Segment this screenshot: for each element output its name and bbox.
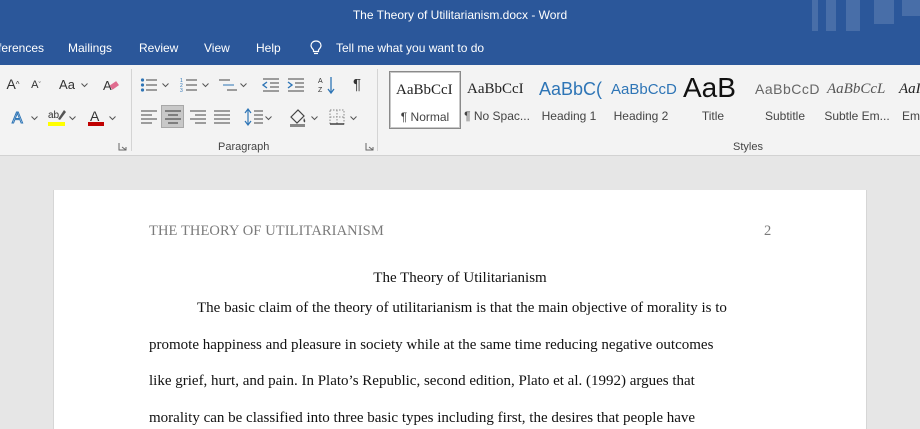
decoration	[874, 0, 894, 24]
show-formatting-marks-icon[interactable]: ¶	[348, 75, 366, 93]
paragraph-group-label: Paragraph	[218, 141, 270, 153]
tab-references[interactable]: ferences	[0, 41, 44, 55]
decoration	[846, 0, 860, 31]
window-title: The Theory of Utilitarianism.docx - Word	[352, 8, 568, 22]
style-preview: AaBbC(	[539, 79, 603, 99]
ribbon: A ^ Aˇ Aa A A ab A 1 2 3 A Z ¶ Paragraph…	[0, 65, 920, 156]
style-preview: AaBbCcD	[611, 81, 677, 98]
body-line[interactable]: The basic claim of the theory of utilita…	[197, 300, 727, 317]
align-right-icon[interactable]	[189, 109, 207, 125]
svg-text:A: A	[12, 110, 23, 127]
clear-formatting-icon[interactable]: A	[102, 76, 120, 94]
style-preview: AaBbCcI	[467, 81, 524, 97]
style-heading-2[interactable]: AaBbCcD Heading 2	[605, 71, 677, 129]
body-line[interactable]: like grief, hurt, and pain. In Plato’s R…	[149, 373, 695, 390]
align-center-button[interactable]	[161, 105, 184, 128]
sort-icon[interactable]: A Z	[318, 75, 336, 95]
style-preview: AaI	[899, 81, 920, 97]
style-name: Heading 1	[541, 109, 597, 123]
justify-icon[interactable]	[213, 109, 231, 125]
document-title[interactable]: The Theory of Utilitarianism	[54, 270, 866, 287]
style-name: ¶ No Spac...	[464, 109, 530, 123]
change-case-button[interactable]: Aa	[56, 75, 78, 93]
decoration	[902, 0, 920, 16]
style-subtle-emphasis[interactable]: AaBbCcL Subtle Em...	[821, 71, 893, 129]
align-left-icon[interactable]	[140, 109, 158, 125]
style-title[interactable]: AaB Title	[677, 71, 749, 129]
style-preview: AaBbCcI	[396, 82, 453, 98]
style-name: Subtitle	[764, 109, 806, 123]
highlighter-icon[interactable]: ab	[46, 107, 68, 127]
text-effects-icon[interactable]: A	[10, 107, 32, 128]
svg-text:Z: Z	[318, 87, 323, 94]
svg-text:ab: ab	[48, 110, 60, 121]
decrease-indent-icon[interactable]	[262, 77, 280, 93]
chevron-down-icon[interactable]	[162, 83, 169, 88]
chevron-down-icon[interactable]	[311, 116, 318, 121]
document-page[interactable]: THE THEORY OF UTILITARIANISM 2 The Theor…	[53, 190, 867, 429]
running-header[interactable]: THE THEORY OF UTILITARIANISM	[149, 223, 384, 240]
body-line[interactable]: promote happiness and pleasure in societ…	[149, 337, 713, 354]
style-preview: AaBbCcL	[827, 81, 886, 97]
bullets-icon[interactable]	[140, 77, 158, 93]
style-name: ¶ Normal	[400, 110, 450, 124]
font-dialog-launcher-icon[interactable]	[118, 142, 127, 151]
increase-indent-icon[interactable]	[287, 77, 305, 93]
grow-font-button[interactable]: A ^	[4, 75, 22, 93]
style-emphasis[interactable]: AaI Em	[893, 71, 920, 129]
tab-help[interactable]: Help	[256, 41, 281, 55]
tell-me-search[interactable]: Tell me what you want to do	[336, 41, 484, 55]
font-color-icon[interactable]: A	[86, 107, 106, 127]
paragraph-dialog-launcher-icon[interactable]	[365, 142, 374, 151]
style-preview: AaBbCcD	[755, 81, 820, 97]
page-number[interactable]: 2	[764, 223, 771, 240]
chevron-down-icon[interactable]	[109, 116, 116, 121]
tab-mailings[interactable]: Mailings	[68, 41, 112, 55]
style-name: Heading 2	[613, 109, 669, 123]
multilevel-list-icon[interactable]	[218, 77, 238, 93]
borders-icon[interactable]	[329, 109, 345, 125]
group-separator	[377, 69, 378, 151]
style-name: Em	[902, 109, 920, 123]
group-separator	[131, 69, 132, 151]
svg-text:A: A	[90, 108, 100, 124]
chevron-down-icon[interactable]	[81, 83, 88, 88]
shrink-font-button[interactable]: Aˇ	[28, 77, 44, 93]
title-bar: The Theory of Utilitarianism.docx - Word	[0, 0, 920, 31]
line-spacing-icon[interactable]	[244, 108, 264, 126]
style-heading-1[interactable]: AaBbC( Heading 1	[533, 71, 605, 129]
lightbulb-icon	[310, 40, 322, 55]
ribbon-tabs: ferences Mailings Review View Help Tell …	[0, 31, 920, 65]
svg-text:3: 3	[180, 88, 183, 93]
chevron-down-icon[interactable]	[202, 83, 209, 88]
style-name: Title	[701, 109, 725, 123]
decoration	[812, 0, 818, 31]
tab-view[interactable]: View	[204, 41, 230, 55]
chevron-down-icon[interactable]	[265, 116, 272, 121]
style-name: Subtle Em...	[824, 109, 890, 123]
style-preview: AaB	[683, 72, 736, 103]
styles-group-label: Styles	[733, 141, 763, 153]
style-normal[interactable]: AaBbCcI ¶ Normal	[389, 71, 461, 129]
shading-icon[interactable]	[288, 107, 308, 127]
numbering-icon[interactable]: 1 2 3	[180, 77, 198, 93]
tab-review[interactable]: Review	[139, 41, 178, 55]
chevron-down-icon[interactable]	[350, 116, 357, 121]
svg-text:A: A	[318, 78, 323, 85]
chevron-down-icon[interactable]	[69, 116, 76, 121]
style-no-spacing[interactable]: AaBbCcI ¶ No Spac...	[461, 71, 533, 129]
decoration	[826, 0, 836, 31]
body-line[interactable]: morality can be classified into three ba…	[149, 410, 695, 427]
chevron-down-icon[interactable]	[240, 83, 247, 88]
style-subtitle[interactable]: AaBbCcD Subtitle	[749, 71, 821, 129]
align-center-icon	[165, 110, 181, 124]
chevron-down-icon[interactable]	[31, 116, 38, 121]
